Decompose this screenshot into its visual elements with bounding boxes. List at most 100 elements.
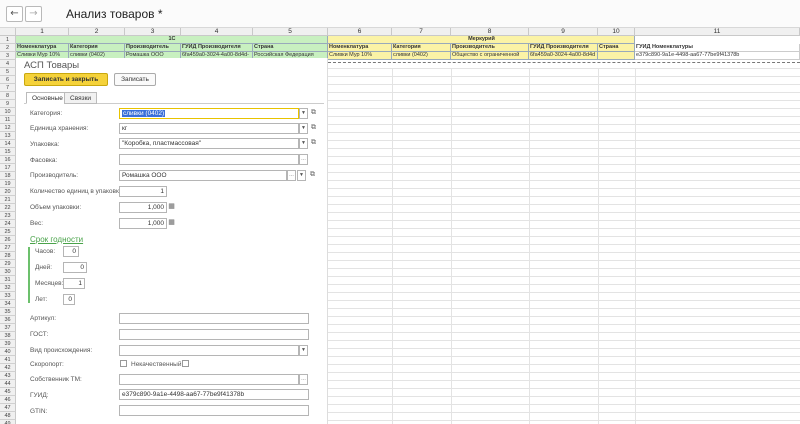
data-cell[interactable]: e379c890-9a1e-4498-aa67-77be9f41378b (635, 52, 800, 60)
row-header[interactable]: 9 (0, 100, 16, 108)
row-header[interactable]: 49 (0, 420, 16, 424)
row-header[interactable]: 45 (0, 388, 16, 396)
unit-field[interactable]: кг (119, 123, 299, 134)
row-header[interactable]: 24 (0, 220, 16, 228)
row-header[interactable]: 47 (0, 404, 16, 412)
row-header[interactable]: 34 (0, 300, 16, 308)
row-header[interactable]: 38 (0, 332, 16, 340)
manufacturer-select-icon[interactable]: … (287, 170, 296, 181)
column-header[interactable]: 5 (253, 28, 328, 36)
row-header[interactable]: 41 (0, 356, 16, 364)
save-button[interactable]: Записать (114, 73, 156, 86)
shelf-life-group-title[interactable]: Срок годности (30, 235, 83, 244)
row-header[interactable]: 3 (0, 52, 16, 60)
column-header[interactable]: 2 (69, 28, 125, 36)
row-header[interactable]: 5 (0, 68, 16, 76)
row-header[interactable]: 35 (0, 308, 16, 316)
column-header[interactable]: 8 (451, 28, 529, 36)
row-header[interactable]: 14 (0, 140, 16, 148)
unit-dropdown-icon[interactable]: ▼ (299, 123, 308, 134)
row-header[interactable]: 8 (0, 92, 16, 100)
row-header[interactable]: 22 (0, 204, 16, 212)
row-header[interactable]: 25 (0, 228, 16, 236)
header-cell[interactable]: Категория (392, 44, 451, 52)
row-header[interactable]: 20 (0, 188, 16, 196)
tab-main[interactable]: Основные (26, 92, 69, 104)
data-cell[interactable]: сливки (0402) (392, 52, 451, 60)
manufacturer-open-icon[interactable]: ⧉ (308, 170, 317, 181)
column-header[interactable]: 11 (635, 28, 800, 36)
data-cell[interactable]: 6fa459a0-3024-4a00-8d4d (529, 52, 598, 60)
weight-calculator-icon[interactable]: ▦ (167, 218, 176, 229)
gost-field[interactable] (119, 329, 309, 340)
row-header[interactable]: 30 (0, 268, 16, 276)
row-header[interactable]: 2 (0, 44, 16, 52)
row-header[interactable]: 11 (0, 116, 16, 124)
row-header[interactable]: 26 (0, 236, 16, 244)
row-header[interactable]: 42 (0, 364, 16, 372)
header-cell[interactable]: Страна (598, 44, 635, 52)
row-header[interactable]: 18 (0, 172, 16, 180)
poor-quality-checkbox[interactable] (182, 360, 189, 367)
row-header[interactable]: 31 (0, 276, 16, 284)
row-header[interactable]: 21 (0, 196, 16, 204)
save-and-close-button[interactable]: Записать и закрыть (24, 73, 108, 86)
column-header[interactable]: 10 (598, 28, 635, 36)
qty-in-pack-field[interactable]: 1 (119, 186, 167, 197)
hours-field[interactable]: 0 (63, 246, 79, 257)
row-header[interactable]: 37 (0, 324, 16, 332)
guid-field[interactable]: e379c890-9a1e-4498-aa67-77be9f41378b (119, 389, 309, 400)
tm-owner-field[interactable] (119, 374, 299, 385)
header-cell[interactable]: Производитель (451, 44, 529, 52)
gtin-field[interactable] (119, 405, 309, 416)
row-header[interactable]: 32 (0, 284, 16, 292)
days-field[interactable]: 0 (63, 262, 87, 273)
row-header[interactable]: 6 (0, 76, 16, 84)
column-header[interactable]: 3 (125, 28, 181, 36)
unit-open-icon[interactable]: ⧉ (309, 123, 318, 134)
category-field[interactable]: сливки (0402) (119, 108, 299, 119)
header-cell[interactable]: ГУИД Номенклатуры (635, 44, 800, 52)
package-dropdown-icon[interactable]: ▼ (299, 138, 308, 149)
row-header[interactable]: 44 (0, 380, 16, 388)
row-header[interactable]: 39 (0, 340, 16, 348)
manufacturer-dropdown-icon[interactable]: ▼ (297, 170, 306, 181)
volume-field[interactable]: 1,000 (119, 202, 167, 213)
data-cell[interactable] (598, 52, 635, 60)
row-header[interactable]: 10 (0, 108, 16, 116)
row-header[interactable]: 28 (0, 252, 16, 260)
row-header[interactable]: 16 (0, 156, 16, 164)
package-open-icon[interactable]: ⧉ (309, 138, 318, 149)
tm-owner-select-icon[interactable]: … (299, 374, 308, 385)
packing-select-icon[interactable]: … (299, 154, 308, 165)
group-header-1c[interactable]: 1С (16, 36, 328, 44)
row-header[interactable]: 15 (0, 148, 16, 156)
row-header[interactable]: 33 (0, 292, 16, 300)
row-header[interactable]: 19 (0, 180, 16, 188)
header-cell[interactable]: Номенклатура (328, 44, 392, 52)
category-dropdown-icon[interactable]: ▼ (299, 108, 308, 119)
header-cell[interactable]: ГУИД Производителя (181, 44, 253, 52)
row-header[interactable]: 48 (0, 412, 16, 420)
column-header[interactable]: 1 (16, 28, 69, 36)
origin-dropdown-icon[interactable]: ▼ (299, 345, 308, 356)
manufacturer-field[interactable]: Ромашка ООО (119, 170, 287, 181)
row-header[interactable]: 23 (0, 212, 16, 220)
header-cell[interactable]: Категория (69, 44, 125, 52)
row-header[interactable]: 27 (0, 244, 16, 252)
data-cell[interactable]: Сливки Мур 10% (328, 52, 392, 60)
category-open-icon[interactable]: ⧉ (309, 108, 318, 119)
data-cell[interactable]: Общество с ограниченной (451, 52, 529, 60)
packing-field[interactable] (119, 154, 299, 165)
row-header[interactable]: 46 (0, 396, 16, 404)
column-header[interactable]: 7 (392, 28, 451, 36)
header-cell[interactable]: Страна (253, 44, 328, 52)
back-button[interactable]: ← (6, 6, 23, 22)
origin-field[interactable] (119, 345, 299, 356)
group-header-mercury[interactable]: Меркурий (328, 36, 635, 44)
tab-links[interactable]: Связки (64, 92, 98, 104)
row-header[interactable]: 4 (0, 60, 16, 68)
perishable-checkbox[interactable] (120, 360, 127, 367)
forward-button[interactable]: → (25, 6, 42, 22)
row-header[interactable]: 36 (0, 316, 16, 324)
